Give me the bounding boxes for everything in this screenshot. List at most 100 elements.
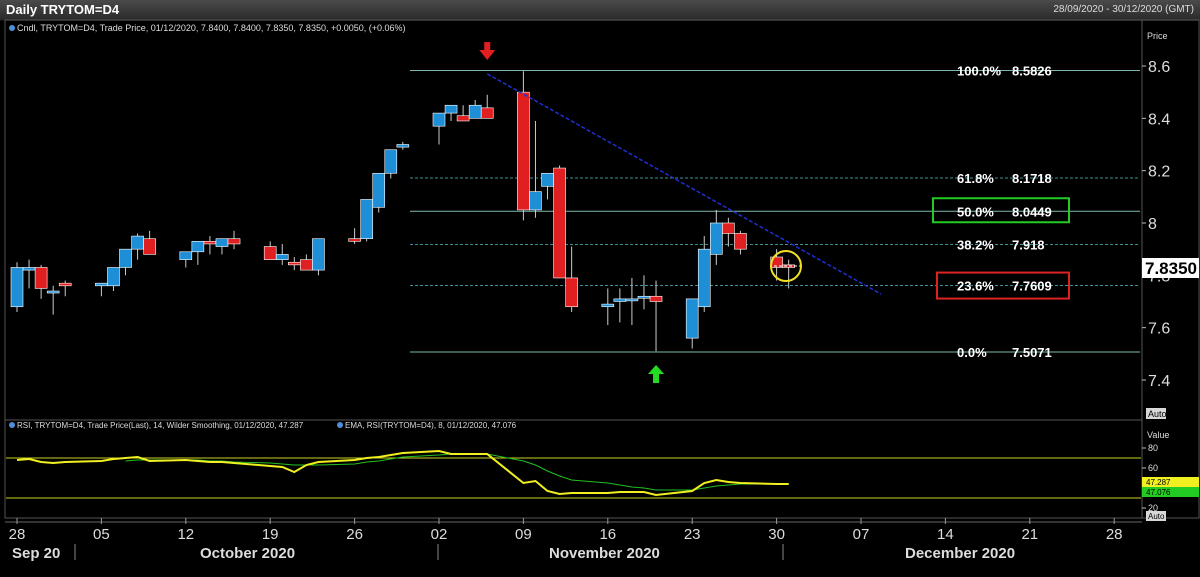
candle-body	[553, 167, 566, 279]
candle-body	[107, 267, 120, 287]
candle-body	[697, 248, 711, 308]
price-axis-title: Price	[1147, 31, 1168, 41]
date-tick-label: 23	[684, 526, 701, 543]
price-tick-label: 8.4	[1148, 111, 1170, 128]
date-x-axis: 28 05 12 19 26 02 09 16 23 30 07 14 21 28 Sep 20 Octobe…	[5, 518, 1142, 562]
fib-pct-label: 50.0%	[957, 204, 994, 219]
candle-body	[58, 282, 72, 287]
candle-body	[227, 238, 241, 245]
ema-value-label: 47.076	[1146, 488, 1171, 497]
candle-body	[734, 233, 747, 250]
up-arrow-icon	[648, 365, 665, 383]
fib-value-label: 8.0449	[1012, 204, 1052, 219]
date-tick-label: 12	[177, 526, 194, 543]
candle-body	[468, 104, 482, 119]
fib-pct-label: 23.6%	[957, 279, 994, 294]
price-tick-label: 8.6	[1148, 59, 1170, 76]
chart-canvas[interactable]: Cndl, TRYTOM=D4, Trade Price, 01/12/2020…	[0, 0, 1200, 577]
candle-body	[34, 267, 48, 289]
fib-value-label: 8.5826	[1012, 64, 1052, 79]
fib-value-label: 7.7609	[1012, 279, 1052, 294]
candle-body	[601, 303, 615, 308]
date-tick-label: 26	[346, 526, 363, 543]
candle-body	[191, 241, 205, 253]
candle-body	[517, 91, 530, 211]
chart-annotations	[479, 42, 882, 383]
date-tick-label: 19	[262, 526, 279, 543]
rsi-tick-label: 80	[1148, 443, 1158, 453]
price-tick-label: 7.6	[1148, 321, 1170, 338]
rsi-legend-icon	[9, 422, 15, 428]
candle-body	[396, 144, 410, 148]
ema-legend-icon	[337, 422, 343, 428]
month-label: December 2020	[905, 545, 1015, 562]
date-tick-label: 02	[431, 526, 448, 543]
candle-body	[372, 172, 386, 208]
date-tick-label: 28	[1106, 526, 1123, 543]
date-tick-label: 05	[93, 526, 110, 543]
candle-body	[143, 238, 156, 255]
rsi-auto-label: Auto	[1148, 512, 1165, 521]
candle-body	[432, 112, 446, 127]
price-legend: Cndl, TRYTOM=D4, Trade Price, 01/12/2020…	[17, 23, 406, 33]
candle-body	[312, 238, 325, 271]
date-tick-label: 28	[9, 526, 26, 543]
candle-body	[179, 251, 193, 260]
rsi-tick-label: 20	[1148, 503, 1158, 513]
date-tick-label: 09	[515, 526, 532, 543]
price-auto-label: Auto	[1148, 409, 1167, 419]
rsi-series: 80604020	[6, 443, 1158, 513]
candle-body	[275, 254, 289, 260]
date-tick-label: 30	[768, 526, 785, 543]
rsi-axis-title: Value	[1147, 430, 1169, 440]
rsi-legend: RSI, TRYTOM=D4, Trade Price(Last), 14, W…	[17, 421, 304, 430]
candle-body	[685, 298, 699, 339]
rsi-tick-label: 60	[1148, 463, 1158, 473]
fib-value-label: 7.5071	[1012, 345, 1052, 360]
candle-body	[360, 199, 373, 239]
price-y-axis: 8.68.48.287.87.67.4	[1142, 59, 1170, 390]
candle-body	[444, 104, 458, 114]
candle-body	[119, 248, 132, 268]
candle-body	[649, 295, 663, 302]
candle-body	[710, 222, 723, 255]
date-tick-label: 14	[937, 526, 954, 543]
date-tick-label: 16	[599, 526, 616, 543]
candle-body	[131, 235, 144, 250]
price-panel-frame	[4, 19, 1143, 421]
rsi-value-label: 47.287	[1146, 478, 1171, 487]
candle-body	[95, 282, 108, 287]
fib-pct-label: 61.8%	[957, 171, 994, 186]
candle-body	[722, 222, 735, 234]
candle-body	[541, 172, 554, 187]
candle-body	[613, 298, 627, 302]
candle-body	[529, 191, 542, 211]
month-label: Sep 20	[12, 545, 60, 562]
fib-pct-label: 100.0%	[957, 64, 1002, 79]
fib-value-label: 7.918	[1012, 237, 1045, 252]
candle-body	[203, 241, 217, 245]
candle-body	[637, 295, 651, 299]
date-tick-label: 21	[1021, 526, 1038, 543]
month-label: November 2020	[549, 545, 660, 562]
ema-line	[125, 453, 789, 491]
month-label: October 2020	[200, 545, 295, 562]
ema-legend: EMA, RSI(TRYTOM=D4), 8, 01/12/2020, 47.0…	[345, 421, 517, 430]
candle-body	[625, 298, 639, 302]
fib-pct-label: 38.2%	[957, 237, 994, 252]
last-price-label: 7.8350	[1145, 259, 1197, 278]
candle-body	[46, 290, 60, 294]
candle-body	[456, 115, 470, 122]
candle-body	[565, 277, 578, 308]
fib-value-label: 8.1718	[1012, 171, 1052, 186]
candle-body	[288, 261, 301, 266]
down-arrow-icon	[479, 42, 496, 60]
candle-body	[348, 238, 361, 242]
price-tick-label: 8.2	[1148, 164, 1170, 181]
candle-body	[384, 149, 398, 174]
candle-body	[22, 267, 36, 271]
date-tick-label: 07	[853, 526, 870, 543]
rsi-panel-frame	[4, 419, 1143, 519]
price-tick-label: 8	[1148, 216, 1157, 233]
candle-body	[10, 267, 24, 308]
